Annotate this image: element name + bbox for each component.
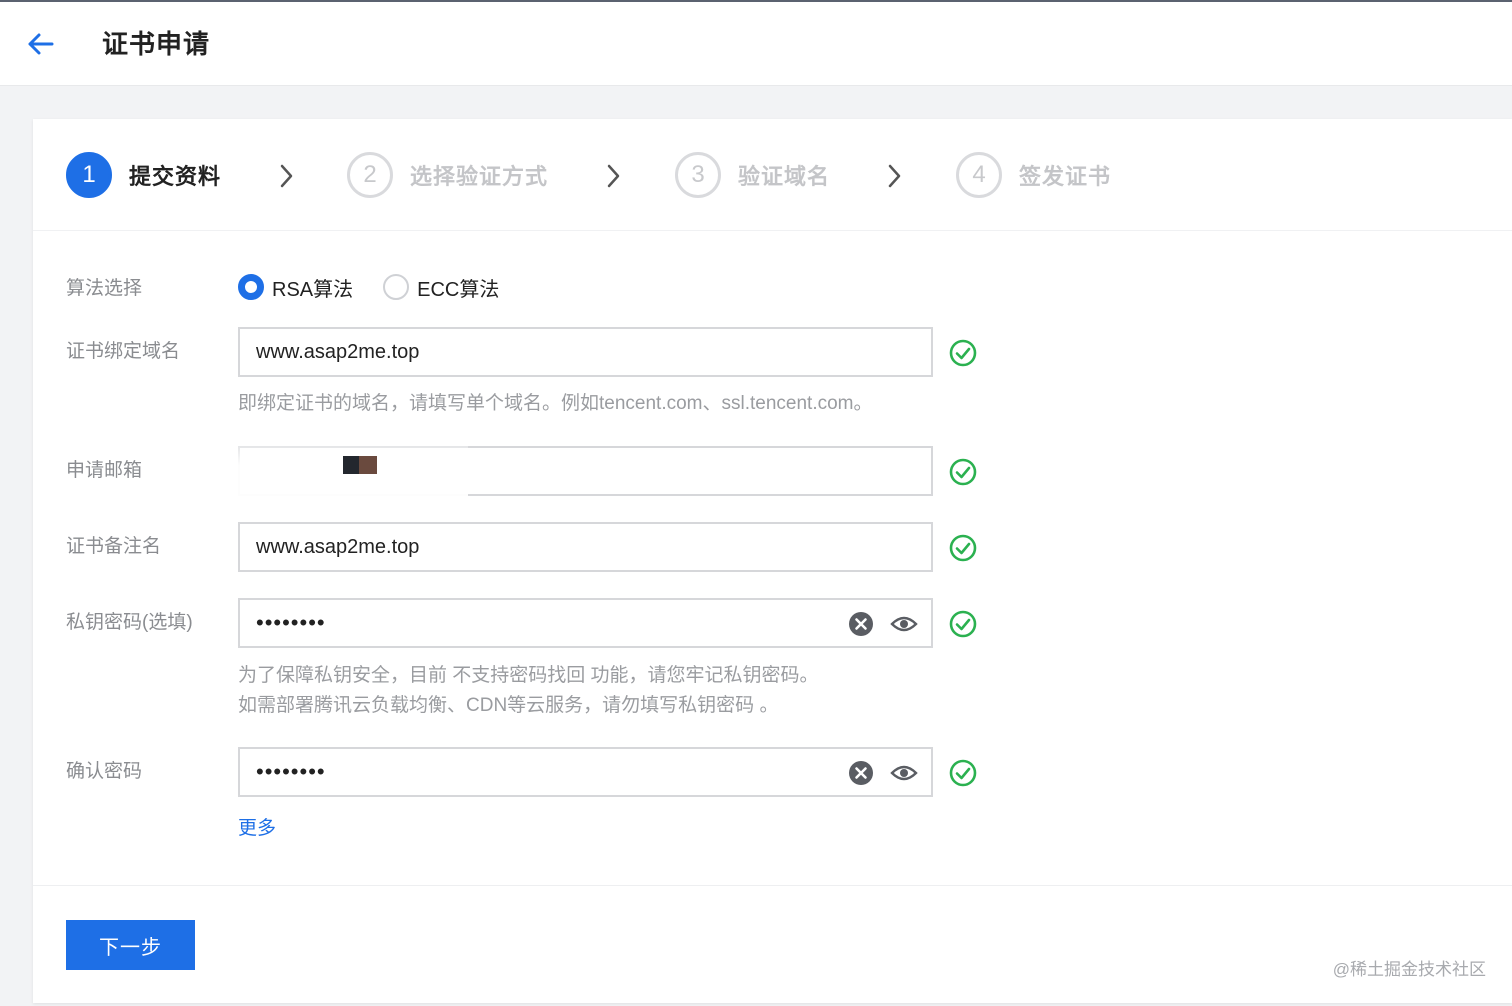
check-circle-icon [949, 759, 977, 787]
private-key-password-input[interactable] [238, 598, 933, 648]
redaction-mark [343, 456, 377, 474]
domain-input[interactable] [238, 327, 933, 377]
clear-icon[interactable] [848, 760, 874, 786]
algorithm-label: 算法选择 [66, 278, 143, 299]
step-label: 提交资料 [129, 164, 222, 189]
domain-label: 证书绑定域名 [66, 341, 181, 362]
algorithm-radio-group: RSA算法 ECC算法 [238, 273, 529, 301]
check-circle-icon [949, 610, 977, 638]
more-link[interactable]: 更多 [238, 813, 276, 840]
step-label: 验证域名 [738, 164, 831, 189]
page-title: 证书申请 [102, 29, 211, 59]
chevron-right-icon [888, 164, 901, 188]
back-button[interactable] [22, 26, 58, 62]
eye-icon[interactable] [890, 614, 918, 634]
remark-label: 证书备注名 [66, 536, 162, 557]
step-number: 3 [675, 152, 721, 198]
chevron-right-icon [280, 164, 293, 188]
eye-icon[interactable] [890, 763, 918, 783]
check-circle-icon [949, 534, 977, 562]
step-2: 2 选择验证方式 [347, 152, 548, 198]
clear-icon[interactable] [848, 611, 874, 637]
step-label: 签发证书 [1019, 164, 1112, 189]
confirm-password-label: 确认密码 [66, 761, 143, 782]
step-number: 1 [66, 152, 112, 198]
email-label: 申请邮箱 [66, 460, 143, 481]
page-header: 证书申请 [0, 2, 1512, 86]
password-hint-line2: 如需部署腾讯云负载均衡、CDN等云服务，请勿填写私钥密码 。 [238, 695, 779, 716]
step-label: 选择验证方式 [410, 164, 549, 189]
confirm-input-actions [848, 760, 918, 786]
radio-label: RSA算法 [272, 278, 354, 301]
step-4: 4 签发证书 [956, 152, 1111, 198]
application-card: 1 提交资料 2 选择验证方式 3 验证域名 4 签发证书 算法选择 RSA算法… [33, 119, 1512, 1003]
remark-input[interactable] [238, 522, 933, 572]
check-circle-icon [949, 458, 977, 486]
private-key-password-label: 私钥密码(选填) [66, 612, 193, 633]
step-indicator: 1 提交资料 2 选择验证方式 3 验证域名 4 签发证书 [33, 119, 1512, 231]
password-input-actions [848, 611, 918, 637]
radio-unselected-icon [383, 274, 410, 300]
ecc-radio[interactable]: ECC算法 [383, 273, 499, 302]
arrow-left-icon [28, 33, 54, 55]
step-1: 1 提交资料 [66, 152, 221, 198]
radio-selected-icon [238, 274, 264, 300]
watermark: @稀土掘金技术社区 [1332, 960, 1486, 979]
step-number: 4 [956, 152, 1002, 198]
password-hint-line1: 为了保障私钥安全，目前 不支持密码找回 功能，请您牢记私钥密码。 [238, 665, 819, 686]
step-3: 3 验证域名 [675, 152, 830, 198]
radio-label: ECC算法 [417, 278, 500, 301]
footer-divider [33, 885, 1512, 886]
check-circle-icon [949, 339, 977, 367]
domain-hint: 即绑定证书的域名，请填写单个域名。例如tencent.com、ssl.tence… [238, 393, 873, 414]
chevron-right-icon [607, 164, 620, 188]
rsa-radio[interactable]: RSA算法 [238, 273, 353, 302]
next-step-button[interactable]: 下一步 [66, 920, 195, 970]
step-number: 2 [347, 152, 393, 198]
confirm-password-input[interactable] [238, 747, 933, 797]
